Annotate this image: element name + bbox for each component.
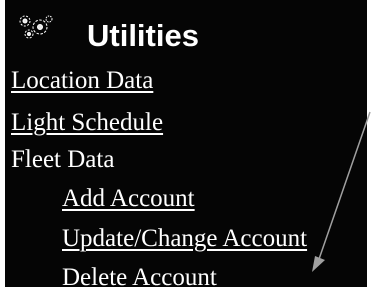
menu-header: Utilities xyxy=(5,8,367,58)
fleet-data-heading: Fleet Data xyxy=(11,146,115,173)
utilities-menu-panel: Utilities Location Data Light Schedule F… xyxy=(5,0,367,287)
add-account-link[interactable]: Add Account xyxy=(62,184,195,214)
update-change-account-link[interactable]: Update/Change Account xyxy=(62,224,307,254)
page-title: Utilities xyxy=(87,18,199,53)
location-data-link[interactable]: Location Data xyxy=(11,66,153,96)
light-schedule-link[interactable]: Light Schedule xyxy=(11,108,163,138)
delete-account-link[interactable]: Delete Account xyxy=(62,263,217,287)
gears-icon xyxy=(19,15,53,39)
